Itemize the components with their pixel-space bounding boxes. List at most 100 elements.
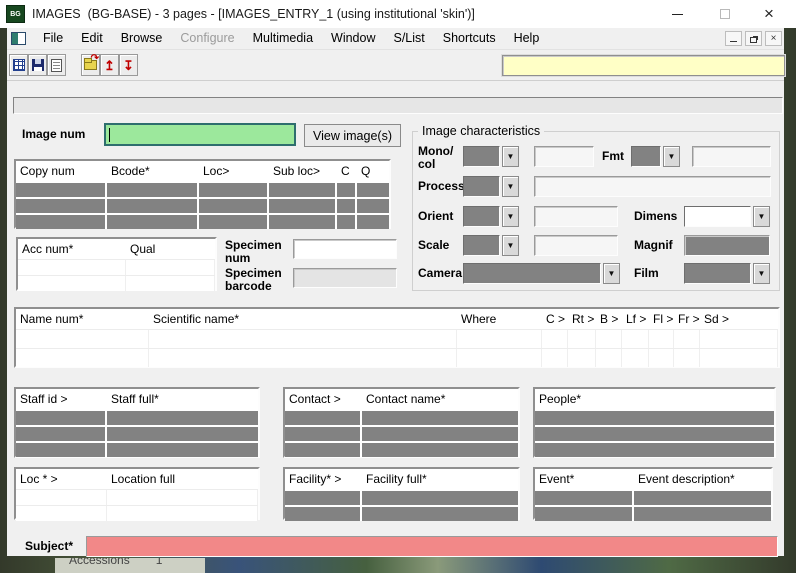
col-c: C > xyxy=(542,309,568,329)
table-row[interactable] xyxy=(285,427,518,441)
table-row[interactable] xyxy=(18,259,215,275)
chevron-down-icon[interactable]: ▼ xyxy=(753,206,770,227)
insert-below-icon: ↧ xyxy=(123,59,134,72)
col-staff-full: Staff full* xyxy=(107,389,258,409)
table-row[interactable] xyxy=(535,443,774,457)
table-row[interactable] xyxy=(16,427,258,441)
view-images-button[interactable]: View image(s) xyxy=(304,124,401,147)
menu-window[interactable]: Window xyxy=(322,28,384,49)
orient-label: Orient xyxy=(418,210,453,223)
people-table: People* xyxy=(533,387,776,458)
table-row[interactable] xyxy=(16,329,778,348)
specimen-barcode-label-line2: barcode xyxy=(225,280,272,293)
event-table: Event* Event description* xyxy=(533,467,773,520)
contact-table: Contact > Contact name* xyxy=(283,387,520,458)
minimize-icon xyxy=(672,14,683,15)
chevron-down-icon[interactable]: ▼ xyxy=(502,206,519,227)
mdi-restore-icon xyxy=(750,37,757,43)
film-dropdown[interactable]: ▼ xyxy=(684,263,770,284)
table-row[interactable] xyxy=(16,199,389,213)
insert-row-above-button[interactable]: ↥ xyxy=(100,54,119,76)
save-button[interactable] xyxy=(28,54,47,76)
table-row[interactable] xyxy=(16,443,258,457)
table-row[interactable] xyxy=(16,215,389,229)
chevron-down-icon[interactable]: ▼ xyxy=(603,263,620,284)
insert-row-below-button[interactable]: ↧ xyxy=(119,54,138,76)
specimen-num-input[interactable] xyxy=(293,239,397,259)
table-row[interactable] xyxy=(16,411,258,425)
table-row[interactable] xyxy=(535,427,774,441)
table-header: Event* Event description* xyxy=(535,469,771,489)
menu-slist[interactable]: S/List xyxy=(385,28,434,49)
table-row[interactable] xyxy=(285,507,518,521)
mdi-document-icon[interactable] xyxy=(11,32,26,45)
close-button[interactable]: × xyxy=(752,0,786,28)
col-sub-loc: Sub loc> xyxy=(269,161,337,181)
copies-table: Copy num Bcode* Loc> Sub loc> C Q xyxy=(14,159,391,229)
magnif-field[interactable] xyxy=(684,235,770,256)
menu-shortcuts[interactable]: Shortcuts xyxy=(434,28,505,49)
maximize-button[interactable] xyxy=(708,0,742,28)
table-row[interactable] xyxy=(285,491,518,505)
orient-dropdown[interactable]: ▼ xyxy=(463,206,519,227)
chevron-down-icon[interactable]: ▼ xyxy=(502,146,519,167)
menu-help[interactable]: Help xyxy=(505,28,549,49)
image-num-input[interactable] xyxy=(104,123,296,146)
table-row[interactable] xyxy=(18,275,215,291)
table-row[interactable] xyxy=(535,491,771,505)
table-row[interactable] xyxy=(16,505,258,521)
maximize-icon xyxy=(720,9,730,19)
dropdown-value xyxy=(463,263,601,284)
chevron-down-icon[interactable]: ▼ xyxy=(502,235,519,256)
col-bcode: Bcode* xyxy=(107,161,199,181)
chevron-down-icon[interactable]: ▼ xyxy=(502,176,519,197)
camera-dropdown[interactable]: ▼ xyxy=(463,263,620,284)
menu-multimedia[interactable]: Multimedia xyxy=(244,28,322,49)
mdi-restore-button[interactable] xyxy=(745,31,762,46)
orient-text-field[interactable] xyxy=(534,206,618,227)
entry-form-button[interactable] xyxy=(47,54,66,76)
window-title: IMAGES (BG-BASE) - 3 pages - [IMAGES_ENT… xyxy=(32,7,475,21)
mono-col-text-field[interactable] xyxy=(534,146,594,167)
table-row[interactable] xyxy=(16,489,258,505)
background-window-fragment: Accessions 1 xyxy=(55,558,205,573)
fmt-dropdown[interactable]: ▼ xyxy=(631,146,680,167)
col-acc-num: Acc num* xyxy=(18,239,126,259)
mdi-close-button[interactable]: × xyxy=(765,31,782,46)
specimen-barcode-input[interactable] xyxy=(293,268,397,288)
process-text-field[interactable] xyxy=(534,176,771,197)
table-row[interactable] xyxy=(535,507,771,521)
menu-edit[interactable]: Edit xyxy=(72,28,112,49)
minimize-button[interactable] xyxy=(660,0,694,28)
subject-input[interactable] xyxy=(86,536,778,557)
chevron-down-icon[interactable]: ▼ xyxy=(663,146,680,167)
specimen-num-label-line2: num xyxy=(225,252,250,265)
menu-browse[interactable]: Browse xyxy=(112,28,172,49)
table-row[interactable] xyxy=(285,411,518,425)
col-scientific-name: Scientific name* xyxy=(149,309,457,329)
table-header: Contact > Contact name* xyxy=(285,389,518,409)
table-row[interactable] xyxy=(285,443,518,457)
desktop-background: BG IMAGES (BG-BASE) - 3 pages - [IMAGES_… xyxy=(0,0,796,573)
col-q: Q xyxy=(357,161,389,181)
menu-file[interactable]: File xyxy=(34,28,72,49)
open-folder-button[interactable] xyxy=(81,54,100,76)
fmt-text-field[interactable] xyxy=(692,146,771,167)
quick-search-input[interactable] xyxy=(502,55,785,76)
col-c: C xyxy=(337,161,357,181)
table-row[interactable] xyxy=(535,411,774,425)
mdi-window-controls: × xyxy=(725,31,782,46)
mdi-minimize-button[interactable] xyxy=(725,31,742,46)
dimens-dropdown[interactable]: ▼ xyxy=(684,206,770,227)
table-row[interactable] xyxy=(16,183,389,197)
table-row[interactable] xyxy=(16,348,778,367)
process-dropdown[interactable]: ▼ xyxy=(463,176,519,197)
table-view-button[interactable] xyxy=(9,54,28,76)
col-b: B > xyxy=(596,309,622,329)
dropdown-value xyxy=(463,206,500,227)
mono-col-dropdown[interactable]: ▼ xyxy=(463,146,519,167)
dropdown-value xyxy=(684,263,751,284)
scale-text-field[interactable] xyxy=(534,235,618,256)
chevron-down-icon[interactable]: ▼ xyxy=(753,263,770,284)
scale-dropdown[interactable]: ▼ xyxy=(463,235,519,256)
